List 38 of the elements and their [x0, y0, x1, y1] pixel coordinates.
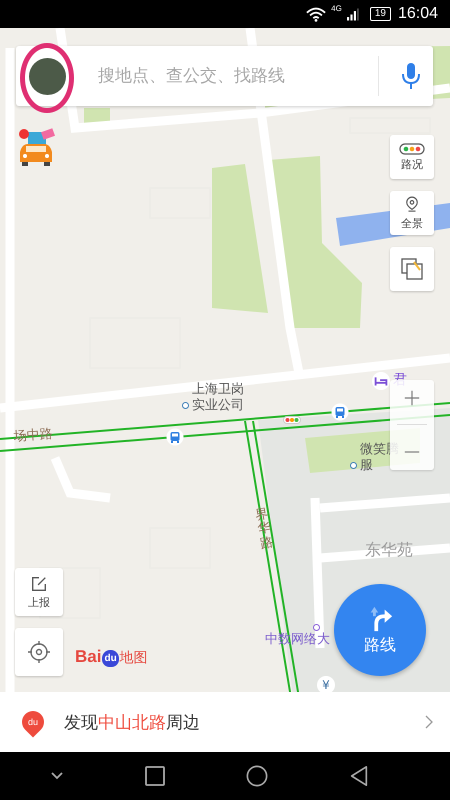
map-label: 界华路 — [254, 507, 275, 552]
map-label: 东华苑 — [365, 540, 413, 560]
signal-icon — [346, 8, 359, 20]
chevron-right-icon — [424, 714, 434, 730]
locate-icon — [27, 640, 51, 664]
recents-button-icon[interactable] — [144, 765, 166, 787]
panorama-button[interactable]: 全景 — [390, 191, 434, 235]
battery-indicator: 19 — [370, 7, 391, 21]
back-button-icon[interactable] — [348, 765, 370, 787]
highlight-ring — [20, 43, 74, 113]
search-field[interactable]: 搜地点、查公交、找路线 — [96, 65, 378, 87]
microphone-icon[interactable] — [401, 61, 421, 91]
edit-icon — [30, 574, 48, 592]
map-label: 上海卫岗 实业公司 — [192, 382, 244, 414]
traffic-button[interactable]: 路况 — [390, 135, 434, 179]
discover-bar[interactable]: du 发现中山北路周边 — [0, 692, 450, 752]
network-type-label: 4G — [331, 4, 342, 13]
avatar[interactable] — [29, 58, 66, 94]
chevron-down-icon[interactable] — [50, 771, 64, 781]
discover-text: 发现中山北路周边 — [64, 712, 201, 734]
traffic-light-icon — [283, 416, 301, 424]
layers-button[interactable] — [390, 247, 434, 291]
bus-stop-icon — [331, 403, 349, 421]
zoom-in-icon[interactable] — [403, 388, 421, 407]
wifi-icon — [306, 6, 326, 22]
location-pin-icon — [405, 196, 419, 214]
home-button-icon[interactable] — [246, 765, 268, 787]
layers-icon — [400, 257, 424, 281]
report-button[interactable]: 上报 — [15, 568, 63, 616]
search-bar[interactable]: 搜地点、查公交、找路线 — [16, 46, 433, 106]
baidu-map-logo: Bai du 地图 — [75, 647, 148, 667]
map-label: 君 — [393, 372, 407, 390]
traffic-light-icon — [399, 142, 425, 154]
map-label: 微笑腾 服 — [360, 442, 399, 474]
bus-stop-icon — [166, 428, 184, 446]
locate-button[interactable] — [15, 628, 63, 676]
map-label: 场中路 — [13, 426, 54, 446]
clock-time: 16:04 — [398, 5, 438, 23]
